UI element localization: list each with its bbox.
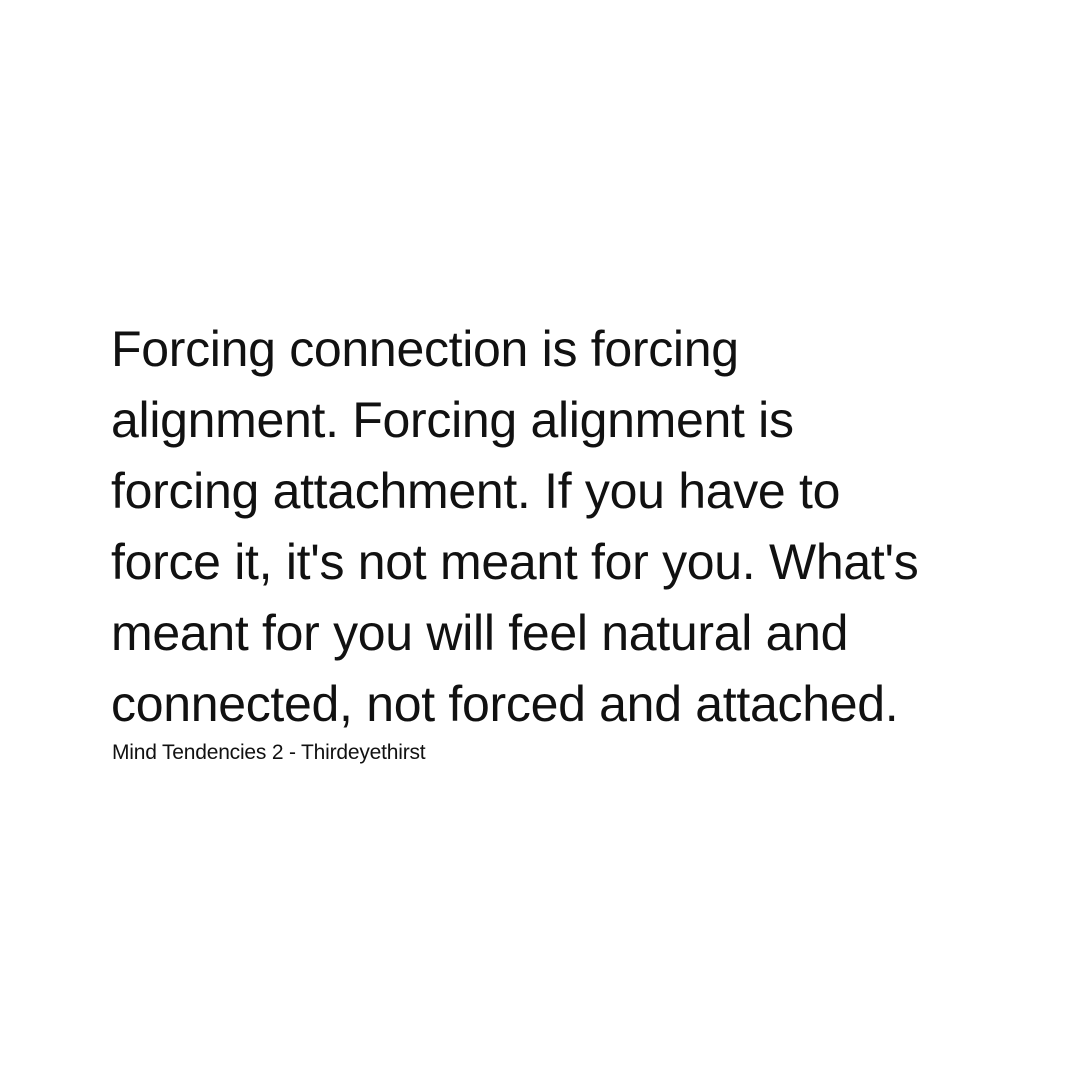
quote-line: alignment. Forcing alignment is: [111, 392, 794, 448]
quote-line: connected, not forced and attached.: [111, 676, 899, 732]
quote-line: Forcing connection is forcing: [111, 321, 739, 377]
attribution: Mind Tendencies 2 - Thirdeyethirst: [112, 741, 426, 764]
quote-line: meant for you will feel natural and: [111, 605, 849, 661]
quote-line: forcing attachment. If you have to: [111, 463, 841, 519]
quote-line: force it, it's not meant for you. What's: [111, 534, 919, 590]
quote-text: Forcing connection is forcing alignment.…: [111, 314, 919, 740]
